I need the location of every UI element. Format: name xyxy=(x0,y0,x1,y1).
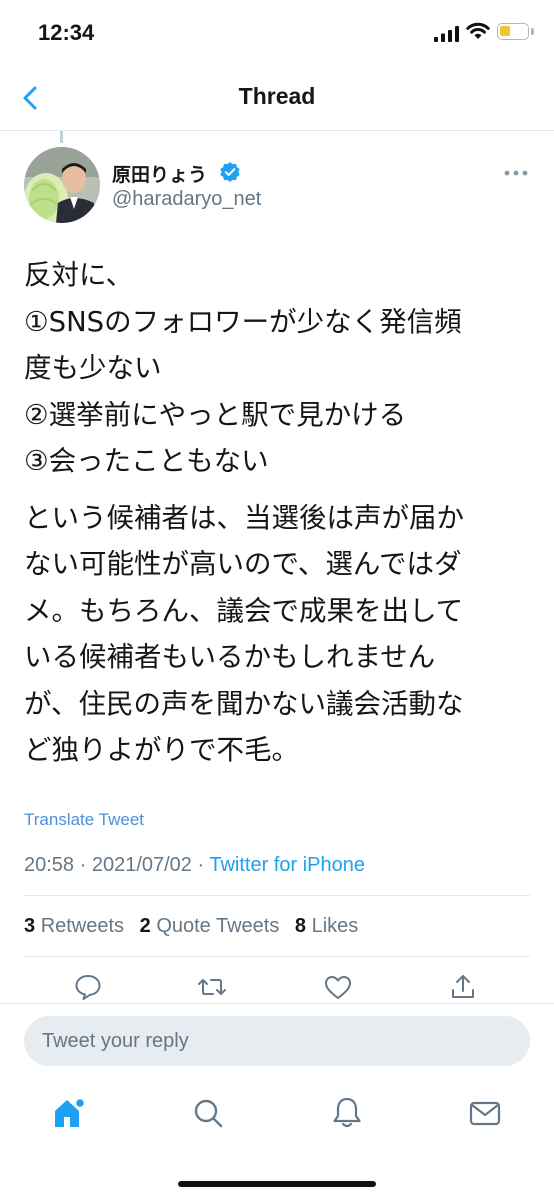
verified-badge-icon xyxy=(220,162,240,182)
tweet-timestamp: 20:58 · 2021/07/02 · xyxy=(24,854,210,876)
reply-icon[interactable] xyxy=(73,972,103,1002)
likes-stat[interactable]: 8 Likes xyxy=(295,915,358,937)
tweet-line: ②選挙前にやっと駅で見かける xyxy=(24,398,407,431)
divider xyxy=(24,956,530,957)
nav-bar: Thread xyxy=(0,66,554,131)
tweet-line: 度も少ない xyxy=(24,352,162,384)
reply-input[interactable] xyxy=(42,1016,512,1066)
tweet-source-link[interactable]: Twitter for iPhone xyxy=(209,854,365,876)
avatar[interactable] xyxy=(24,147,100,223)
battery-icon xyxy=(497,23,529,40)
likes-count: 8 xyxy=(294,915,307,937)
likes-label: Likes xyxy=(311,915,359,937)
divider xyxy=(0,1003,554,1004)
notifications-icon[interactable] xyxy=(330,1095,364,1131)
wifi-icon xyxy=(466,22,490,39)
page-title: Thread xyxy=(238,83,316,109)
tweet-metadata: 20:58 · 2021/07/02 · Twitter for iPhone xyxy=(24,854,365,877)
tweet-paragraph-2: という候補者は、当選後は声が届か ない可能性が高いので、選んではダ メ。もちろん… xyxy=(24,495,534,774)
tweet-line: いる候補者もいるかもしれません xyxy=(24,641,436,673)
translate-tweet-link[interactable]: Translate Tweet xyxy=(24,810,144,830)
home-icon[interactable] xyxy=(52,1095,86,1131)
more-options-icon[interactable] xyxy=(503,168,529,178)
tweet-line: ③会ったこともない xyxy=(24,445,269,477)
retweet-icon[interactable] xyxy=(197,972,227,1002)
author-name[interactable]: 原田りょう xyxy=(112,160,207,187)
thread-connector-line xyxy=(60,131,63,143)
author-handle[interactable]: @haradaryo_net xyxy=(112,188,261,211)
tweet-line: ない可能性が高いので、選んではダ xyxy=(24,548,462,580)
tweet-text: 反対に、 ①SNSのフォロワーが少なく発信頻 度も少ない ②選挙前にやっと駅で見… xyxy=(24,252,534,774)
retweets-count: 3 xyxy=(24,915,36,937)
tweet-paragraph-1: 反対に、 ①SNSのフォロワーが少なく発信頻 度も少ない ②選挙前にやっと駅で見… xyxy=(24,252,534,485)
quote-tweets-label: Quote Tweets xyxy=(156,915,280,937)
engagement-stats: 3 Retweets 2 Quote Tweets 8 Likes xyxy=(24,915,358,938)
tweet-line: メ。もちろん、議会で成果を出して xyxy=(24,594,464,627)
retweets-label: Retweets xyxy=(40,915,125,937)
tweet-line: 反対に、 xyxy=(24,259,134,291)
share-icon[interactable] xyxy=(448,972,478,1002)
tweet-line: ど独りよがりで不毛。 xyxy=(24,734,299,766)
status-bar: 12:34 xyxy=(0,0,554,66)
retweets-stat[interactable]: 3 Retweets xyxy=(24,915,124,937)
quote-tweets-stat[interactable]: 2 Quote Tweets xyxy=(140,915,280,937)
tweet-line: という候補者は、当選後は声が届か xyxy=(24,501,464,534)
messages-icon[interactable] xyxy=(468,1095,502,1131)
quote-tweets-count: 2 xyxy=(139,915,151,937)
status-time: 12:34 xyxy=(38,20,95,45)
tweet-line: ①SNSのフォロワーが少なく発信頻 xyxy=(24,305,462,338)
cellular-signal-icon xyxy=(434,26,459,42)
reply-box[interactable] xyxy=(24,1016,530,1066)
divider xyxy=(24,895,530,896)
like-icon[interactable] xyxy=(323,972,353,1002)
tweet-line: が、住民の声を聞かない議会活動な xyxy=(24,687,464,720)
search-icon[interactable] xyxy=(191,1095,225,1131)
home-indicator xyxy=(178,1181,376,1187)
